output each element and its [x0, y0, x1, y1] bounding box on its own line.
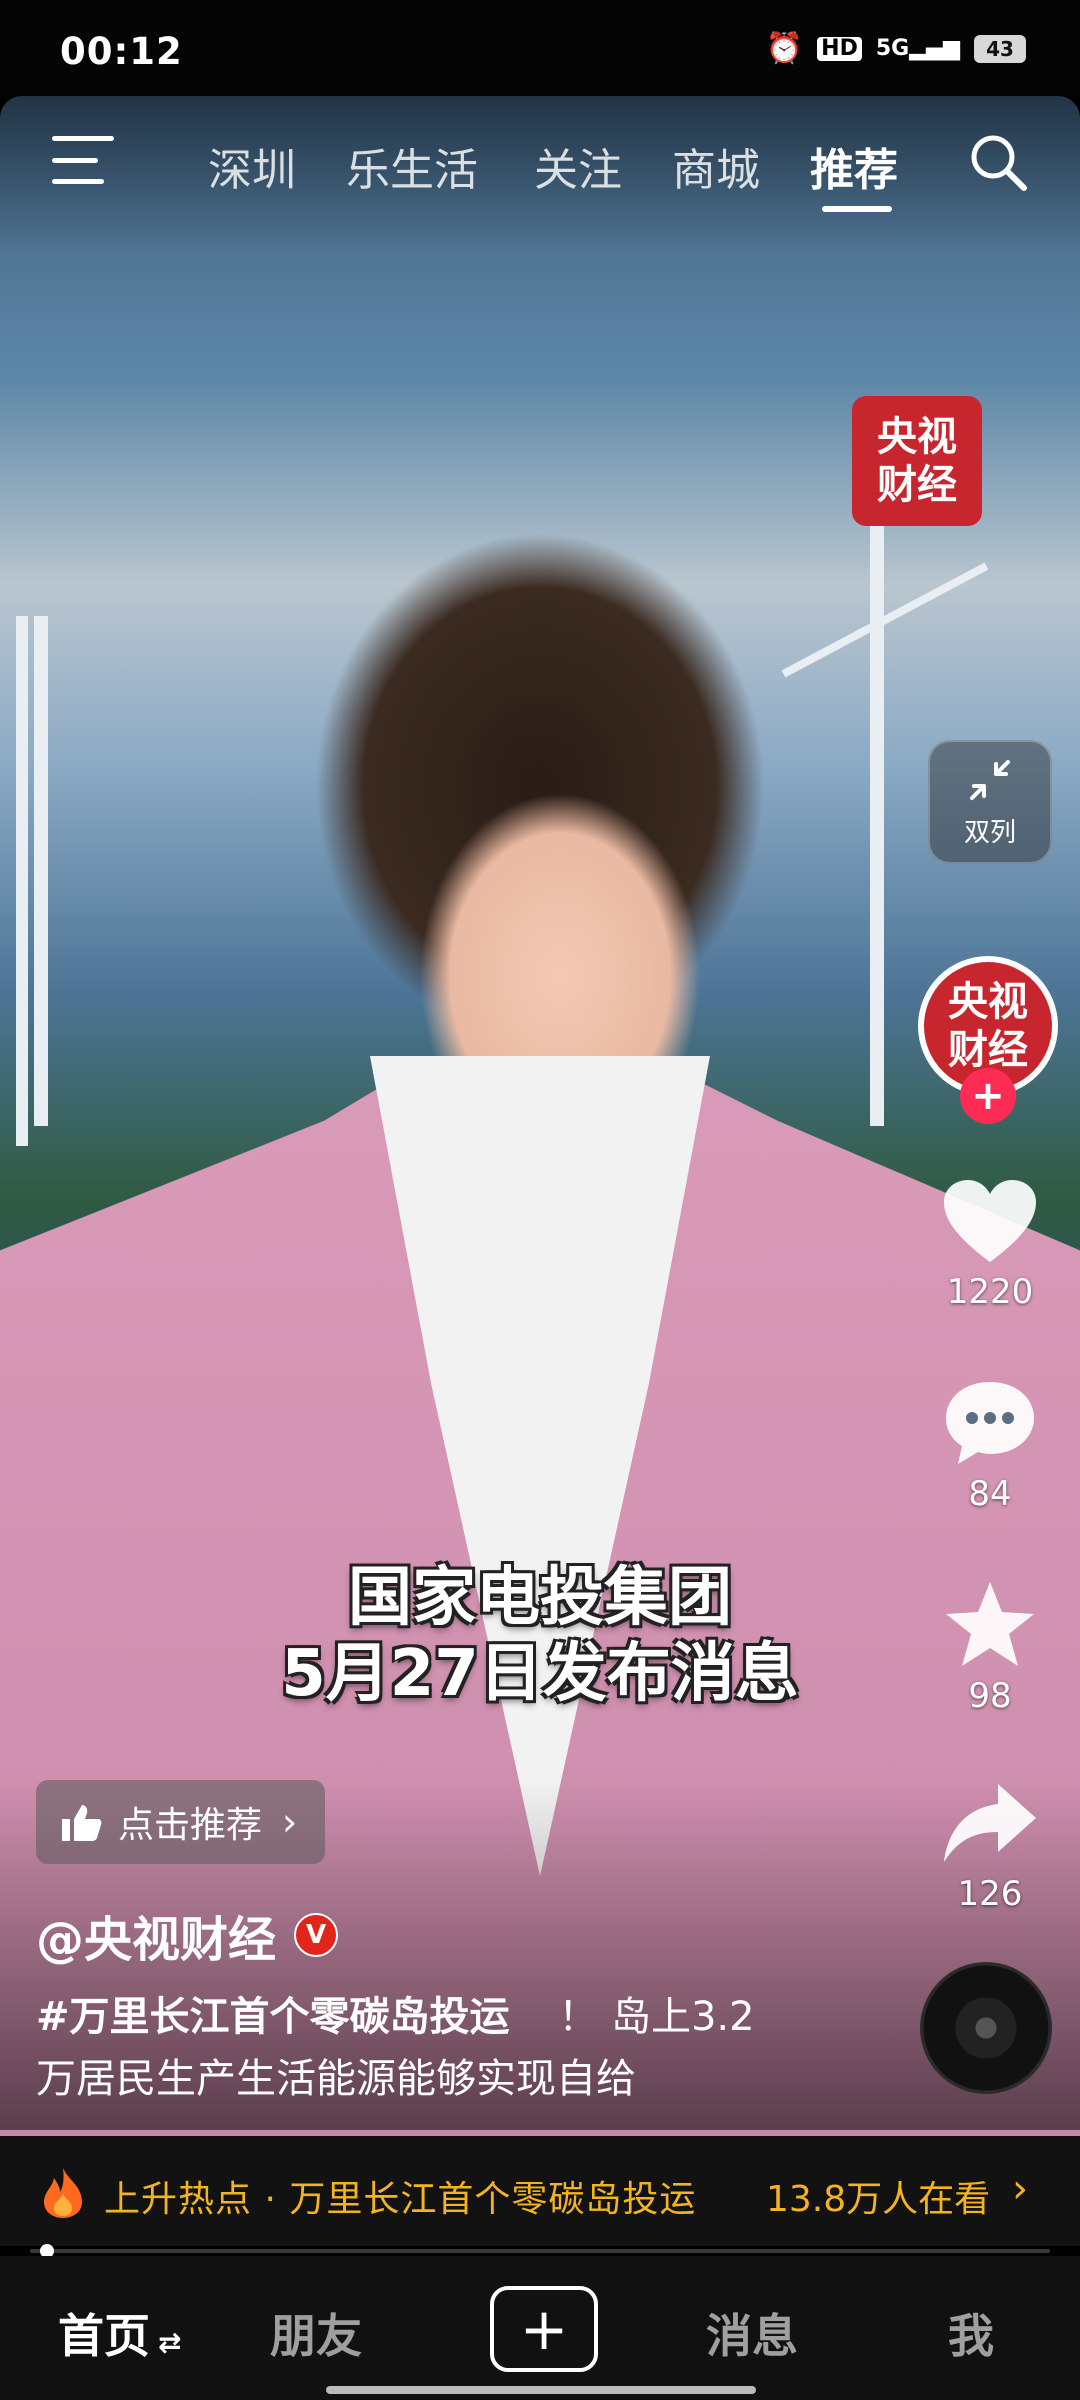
subtitle-line2: 5月27日发布消息 [281, 1637, 799, 1711]
comment-button[interactable]: 84 [930, 1378, 1050, 1514]
tab-shenzhen[interactable]: 深圳 [208, 134, 296, 198]
share-button[interactable]: 126 [930, 1778, 1050, 1914]
recommend-button[interactable]: 点击推荐 › [36, 1780, 326, 1864]
comment-count: 84 [968, 1474, 1012, 1514]
star-icon [946, 1582, 1034, 1666]
wind-turbine [34, 616, 48, 1126]
like-button[interactable]: 1220 [930, 1178, 1050, 1312]
status-time: 00:12 [60, 30, 183, 73]
avatar-line1: 央视 [948, 979, 1028, 1025]
video-subtitle: 国家电投集团 5月27日发布消息 [240, 1560, 840, 1712]
switch-arrows-icon: ⇄ [158, 2326, 182, 2359]
recommend-label: 点击推荐 [118, 1805, 263, 1846]
share-icon [944, 1784, 1036, 1862]
like-count: 1220 [946, 1272, 1034, 1312]
dual-column-label: 双列 [963, 817, 1016, 848]
active-tab-indicator [822, 206, 892, 212]
hot-topic-label[interactable]: 上升热点 · 万里长江首个零碳岛投运 [104, 2170, 696, 2222]
thumbs-up-icon [62, 1805, 102, 1841]
status-icons: ⏰ HD 5G▂▄▆ 43 [766, 34, 1026, 64]
tab-lifestyle[interactable]: 乐生活 [346, 134, 478, 198]
battery-icon: 43 [974, 35, 1026, 63]
home-indicator[interactable] [326, 2386, 756, 2394]
nav-messages[interactable]: 消息 [706, 2300, 798, 2366]
caption-text-line2: 万居民生产生活能源能够实现自给 [36, 2056, 636, 2102]
nav-home[interactable]: 首页 ⇄ [58, 2300, 181, 2366]
favorite-count: 98 [968, 1676, 1012, 1716]
hd-icon: HD [817, 37, 862, 61]
chevron-right-icon: › [282, 1800, 298, 1844]
video-progress-bar[interactable] [30, 2249, 1050, 2253]
tab-recommend[interactable]: 推荐 [810, 134, 898, 198]
verified-badge-icon: V [294, 1913, 339, 1957]
channel-logo-line1: 央视 [877, 414, 957, 460]
favorite-button[interactable]: 98 [930, 1578, 1050, 1716]
follow-button[interactable]: + [960, 1068, 1016, 1124]
collapse-arrows-icon [970, 759, 1010, 800]
heart-icon [944, 1180, 1036, 1262]
nav-me[interactable]: 我 [948, 2300, 994, 2366]
tab-mall[interactable]: 商城 [672, 134, 760, 198]
comment-icon [946, 1382, 1034, 1464]
channel-logo: 央视 财经 [852, 396, 982, 526]
caption-text-rest: ！ 岛上3.2 [558, 1994, 755, 2040]
nav-friends[interactable]: 朋友 [270, 2300, 362, 2366]
search-icon[interactable] [966, 130, 1030, 194]
share-count: 126 [957, 1874, 1023, 1914]
network-type: 5G [875, 36, 910, 61]
create-button[interactable]: + [490, 2286, 598, 2372]
video-caption[interactable]: #万里长江首个零碳岛投运 ！ 岛上3.2 万居民生产生活能源能够实现自给 [36, 1986, 936, 2110]
menu-icon[interactable] [52, 136, 114, 184]
signal-icon: 5G▂▄▆ [875, 36, 960, 61]
alarm-icon: ⏰ [765, 31, 804, 66]
music-disc-icon[interactable] [920, 1962, 1052, 2094]
channel-logo-line2: 财经 [877, 462, 957, 508]
hot-topic-viewers: 13.8万人在看 [766, 2179, 991, 2220]
author-name[interactable]: @央视财经 [36, 1900, 276, 1970]
dual-column-button[interactable]: 双列 [928, 740, 1052, 864]
nav-home-label: 首页 [58, 2309, 150, 2363]
tab-following[interactable]: 关注 [534, 134, 622, 198]
wind-turbine-blade [781, 562, 989, 678]
chevron-right-icon: › [1012, 2166, 1028, 2212]
avatar-line2: 财经 [948, 1027, 1028, 1073]
author-name-row[interactable]: @央视财经 V [36, 1900, 339, 1970]
flame-icon [38, 2166, 88, 2224]
subtitle-line1: 国家电投集团 [348, 1561, 732, 1635]
wind-turbine [16, 616, 28, 1146]
caption-hashtag[interactable]: #万里长江首个零碳岛投运 [36, 1994, 510, 2040]
